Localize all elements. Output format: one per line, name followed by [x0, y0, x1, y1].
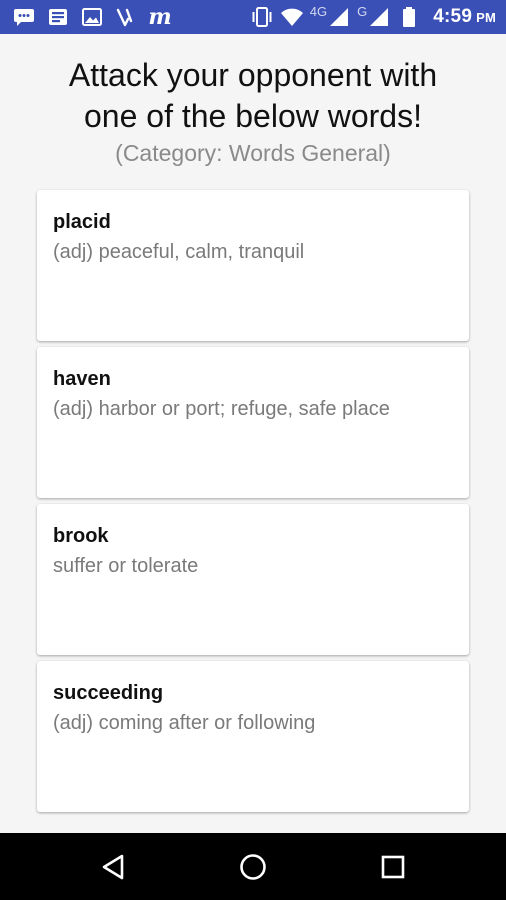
recents-icon	[381, 855, 405, 879]
word-definition: (adj) harbor or port; refuge, safe place	[53, 398, 390, 420]
page-title: Attack your opponent with one of the bel…	[0, 55, 506, 137]
network-g-label: G	[357, 3, 368, 19]
network-4g-label: 4G	[309, 3, 328, 19]
recents-button[interactable]	[375, 849, 411, 885]
home-icon	[240, 854, 266, 880]
battery-icon	[397, 5, 421, 29]
image-icon	[80, 5, 104, 29]
word-title: succeeding	[53, 682, 164, 704]
wifi-icon	[280, 5, 304, 29]
word-title: brook	[53, 525, 109, 547]
news-icon	[46, 5, 70, 29]
back-icon	[102, 854, 124, 880]
vine-icon	[114, 5, 138, 29]
vibrate-icon	[250, 5, 274, 29]
word-card-placid[interactable]: placid (adj) peaceful, calm, tranquil	[37, 190, 469, 341]
word-title: haven	[53, 368, 111, 390]
status-bar: m 4G G 4:59 PM	[0, 0, 506, 34]
m-app-icon: m	[148, 4, 172, 30]
navigation-bar	[0, 833, 506, 900]
clock-time: 4:59	[433, 6, 473, 27]
signal-4g-icon	[327, 5, 351, 29]
back-button[interactable]	[95, 849, 131, 885]
word-card-brook[interactable]: brook suffer or tolerate	[37, 504, 469, 655]
word-card-haven[interactable]: haven (adj) harbor or port; refuge, safe…	[37, 347, 469, 498]
page-title-line-2: one of the below words!	[84, 98, 422, 134]
category-label: (Category: Words General)	[115, 140, 391, 166]
home-button[interactable]	[235, 849, 271, 885]
clock-ampm: PM	[476, 10, 496, 25]
messages-icon	[12, 5, 36, 29]
word-definition: (adj) coming after or following	[53, 712, 316, 734]
word-definition: (adj) peaceful, calm, tranquil	[53, 241, 305, 263]
word-title: placid	[53, 211, 111, 233]
word-card-succeeding[interactable]: succeeding (adj) coming after or followi…	[37, 661, 469, 812]
page-title-line-1: Attack your opponent with	[68, 57, 438, 93]
word-definition: suffer or tolerate	[53, 555, 199, 577]
signal-g-icon	[367, 5, 391, 29]
clock: 4:59 PM	[433, 6, 496, 28]
